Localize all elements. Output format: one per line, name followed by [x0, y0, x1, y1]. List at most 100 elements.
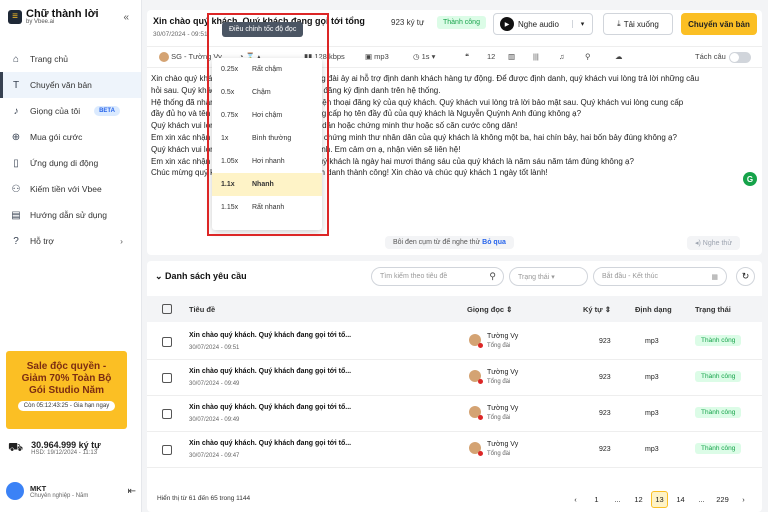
- grammarly-icon[interactable]: G: [743, 172, 757, 186]
- col-chars[interactable]: Ký tự ⇕: [583, 305, 611, 314]
- play-icon: ▶: [500, 17, 514, 31]
- logout-icon[interactable]: ⇤: [128, 486, 136, 497]
- row-format: mp3: [645, 374, 659, 381]
- col-title: Tiêu đề: [189, 305, 216, 314]
- col-chars-label: Ký tự: [583, 305, 603, 314]
- format-selector[interactable]: ▣ mp3: [365, 52, 389, 61]
- sidebar-item-label: Mua gói cước: [30, 132, 83, 142]
- row-voice: Tường Vy: [487, 333, 519, 340]
- download-button[interactable]: ⤓ Tải xuống: [603, 13, 673, 35]
- row-checkbox[interactable]: [162, 445, 172, 455]
- row-checkbox[interactable]: [162, 373, 172, 383]
- number-icon[interactable]: 12: [487, 52, 495, 61]
- listen-label: Nghe audio: [518, 19, 559, 29]
- search-icon[interactable]: ⚲: [585, 52, 591, 61]
- row-title[interactable]: Xin chào quý khách. Quý khách đang gọi t…: [189, 368, 351, 375]
- row-title[interactable]: Xin chào quý khách. Quý khách đang gọi t…: [189, 404, 351, 411]
- voice-avatar: [469, 370, 483, 384]
- sidebar-item-guide[interactable]: ▤ Hướng dẫn sử dụng: [0, 202, 141, 228]
- table-row[interactable]: Xin chào quý khách. Quý khách đang gọi t…: [147, 396, 762, 432]
- annotation-highlight-box: [207, 13, 329, 236]
- status-badge: Thành công: [437, 16, 486, 29]
- page-button[interactable]: 12: [630, 491, 647, 508]
- sidebar-item-earn[interactable]: ⚇ Kiếm tiền với Vbee: [0, 176, 141, 202]
- date-range-picker[interactable]: Bắt đầu - Kết thúc ▦: [593, 267, 727, 286]
- split-sentence-toggle[interactable]: [729, 52, 751, 63]
- hint-skip-link[interactable]: Bỏ qua: [482, 239, 506, 246]
- table-row[interactable]: Xin chào quý khách. Quý khách đang gọi t…: [147, 324, 762, 360]
- requests-title-text: Danh sách yêu cầu: [165, 271, 247, 281]
- sidebar-item-my-voice[interactable]: ♪ Giọng của tôi BETA: [0, 98, 141, 124]
- sidebar-item-convert-text[interactable]: T Chuyển văn bản: [0, 72, 141, 98]
- table-row[interactable]: Xin chào quý khách. Quý khách đang gọi t…: [147, 360, 762, 396]
- sidebar-item-label: Hướng dẫn sử dụng: [30, 210, 107, 220]
- pause-selector[interactable]: ◷ 1s ▾: [413, 52, 435, 61]
- credits-expiry: HSD: 19/12/2024 - 11:13: [31, 450, 98, 456]
- row-title[interactable]: Xin chào quý khách. Quý khách đang gọi t…: [189, 440, 351, 447]
- row-format: mp3: [645, 410, 659, 417]
- select-all-checkbox[interactable]: [162, 304, 172, 314]
- split-sentence-label: Tách câu: [695, 52, 726, 61]
- cart-icon: ⊕: [11, 131, 21, 143]
- cloud-upload-icon[interactable]: ☁: [615, 52, 623, 61]
- requests-card: ⌄ Danh sách yêu cầu Tìm kiếm theo tiêu đ…: [147, 261, 762, 512]
- quote-icon[interactable]: ❝: [465, 52, 469, 61]
- page-button-current[interactable]: 13: [651, 491, 668, 508]
- row-format: mp3: [645, 446, 659, 453]
- row-date: 30/07/2024 - 09:51: [189, 345, 240, 351]
- help-icon: ?: [13, 235, 19, 247]
- book-icon[interactable]: ▥: [508, 52, 515, 61]
- user-profile[interactable]: MKT Chuyên nghiệp - Năm ⇤: [6, 482, 136, 500]
- hint-text: Bôi đen cụm từ để nghe thử: [393, 239, 481, 246]
- row-voice-sub: Tổng đài: [487, 415, 511, 421]
- page-ellipsis: ...: [698, 495, 705, 504]
- row-checkbox[interactable]: [162, 409, 172, 419]
- status-filter-placeholder: Trạng thái: [518, 274, 550, 281]
- col-voice[interactable]: Giọng đọc ⇕: [467, 305, 512, 314]
- mic-icon: ♪: [13, 105, 19, 117]
- table-body: Xin chào quý khách. Quý khách đang gọi t…: [147, 324, 762, 468]
- sidebar-item-buy-plan[interactable]: ⊕ Mua gói cước: [0, 124, 141, 150]
- table-row[interactable]: Xin chào quý khách. Quý khách đang gọi t…: [147, 432, 762, 468]
- row-chars: 923: [599, 338, 611, 345]
- chevron-right-icon: ›: [120, 236, 123, 246]
- cart-icon: ⛟: [8, 440, 24, 454]
- page-button[interactable]: 14: [672, 491, 689, 508]
- promo-timer[interactable]: Còn 05:12:43:25 - Gia hạn ngay: [17, 401, 116, 411]
- search-input[interactable]: Tìm kiếm theo tiêu đề ⚲: [371, 267, 504, 286]
- next-page-icon[interactable]: ›: [735, 491, 752, 508]
- row-checkbox[interactable]: [162, 337, 172, 347]
- row-chars: 923: [599, 446, 611, 453]
- download-icon: ⤓: [617, 19, 621, 28]
- user-plan: Chuyên nghiệp - Năm: [30, 492, 89, 499]
- refresh-icon[interactable]: ↻: [736, 267, 755, 286]
- sidebar-item-home[interactable]: ⌂ Trang chủ: [0, 46, 141, 72]
- app-logo[interactable]: ≡ Chữ thành lời by Vbee.ai: [8, 8, 99, 25]
- status-filter[interactable]: Trạng thái ▾: [509, 267, 588, 286]
- col-status: Trạng thái: [695, 305, 731, 314]
- chevron-down-icon[interactable]: ▾: [572, 20, 592, 28]
- sidebar-item-label: Trang chủ: [30, 54, 68, 64]
- prev-page-icon[interactable]: ‹: [567, 491, 584, 508]
- search-icon: ⚲: [489, 271, 496, 281]
- file-icon: ▣: [365, 52, 375, 61]
- convert-text-button[interactable]: Chuyển văn bản: [681, 13, 757, 35]
- wave-icon[interactable]: |||: [533, 52, 539, 61]
- row-voice-sub: Tổng đài: [487, 451, 511, 457]
- format-value: mp3: [374, 52, 389, 61]
- row-date: 30/07/2024 - 09:49: [189, 417, 240, 423]
- try-listen-button[interactable]: ◂) Nghe thử: [687, 236, 740, 250]
- sidebar-item-support[interactable]: ? Hỗ trợ ›: [0, 228, 141, 254]
- promo-banner[interactable]: Sale độc quyền - Giảm 70% Toàn Bộ Gói St…: [6, 351, 127, 429]
- promo-line1: Sale độc quyền -: [26, 361, 107, 372]
- collapse-sidebar-icon[interactable]: «: [123, 12, 129, 23]
- sidebar-item-mobile-app[interactable]: ▯ Ứng dụng di động: [0, 150, 141, 176]
- page-button[interactable]: 1: [588, 491, 605, 508]
- chevron-down-icon: ⌄: [155, 271, 166, 281]
- status-badge: Thành công: [695, 443, 742, 454]
- listen-audio-button[interactable]: ▶ Nghe audio ▾: [493, 13, 593, 35]
- row-title[interactable]: Xin chào quý khách. Quý khách đang gọi t…: [189, 332, 351, 339]
- page-button[interactable]: 229: [714, 491, 731, 508]
- music-icon[interactable]: ♫: [559, 52, 565, 61]
- requests-title[interactable]: ⌄ Danh sách yêu cầu: [155, 271, 247, 282]
